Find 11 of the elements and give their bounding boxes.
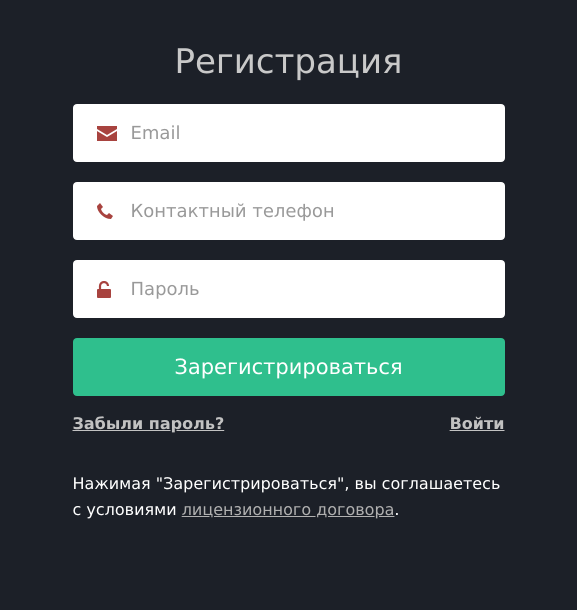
page-title: Регистрация bbox=[174, 42, 402, 82]
unlocked-padlock-icon bbox=[96, 280, 110, 298]
input-field[interactable]: Email bbox=[72, 104, 504, 162]
license-agreement-link[interactable]: лицензионного договора bbox=[182, 500, 394, 519]
input-field[interactable]: Контактный телефон bbox=[72, 182, 504, 240]
input-field[interactable]: Пароль bbox=[72, 260, 504, 318]
login-link[interactable]: Войти bbox=[450, 414, 504, 433]
forgot-password-link[interactable]: Забыли пароль? bbox=[72, 414, 224, 433]
envelope-icon bbox=[96, 126, 116, 140]
phone-icon bbox=[96, 203, 112, 219]
terms-text: Нажимая "Зарегистрироваться", вы соглашаетесь с условиями лицензионного договора. bbox=[72, 473, 502, 521]
